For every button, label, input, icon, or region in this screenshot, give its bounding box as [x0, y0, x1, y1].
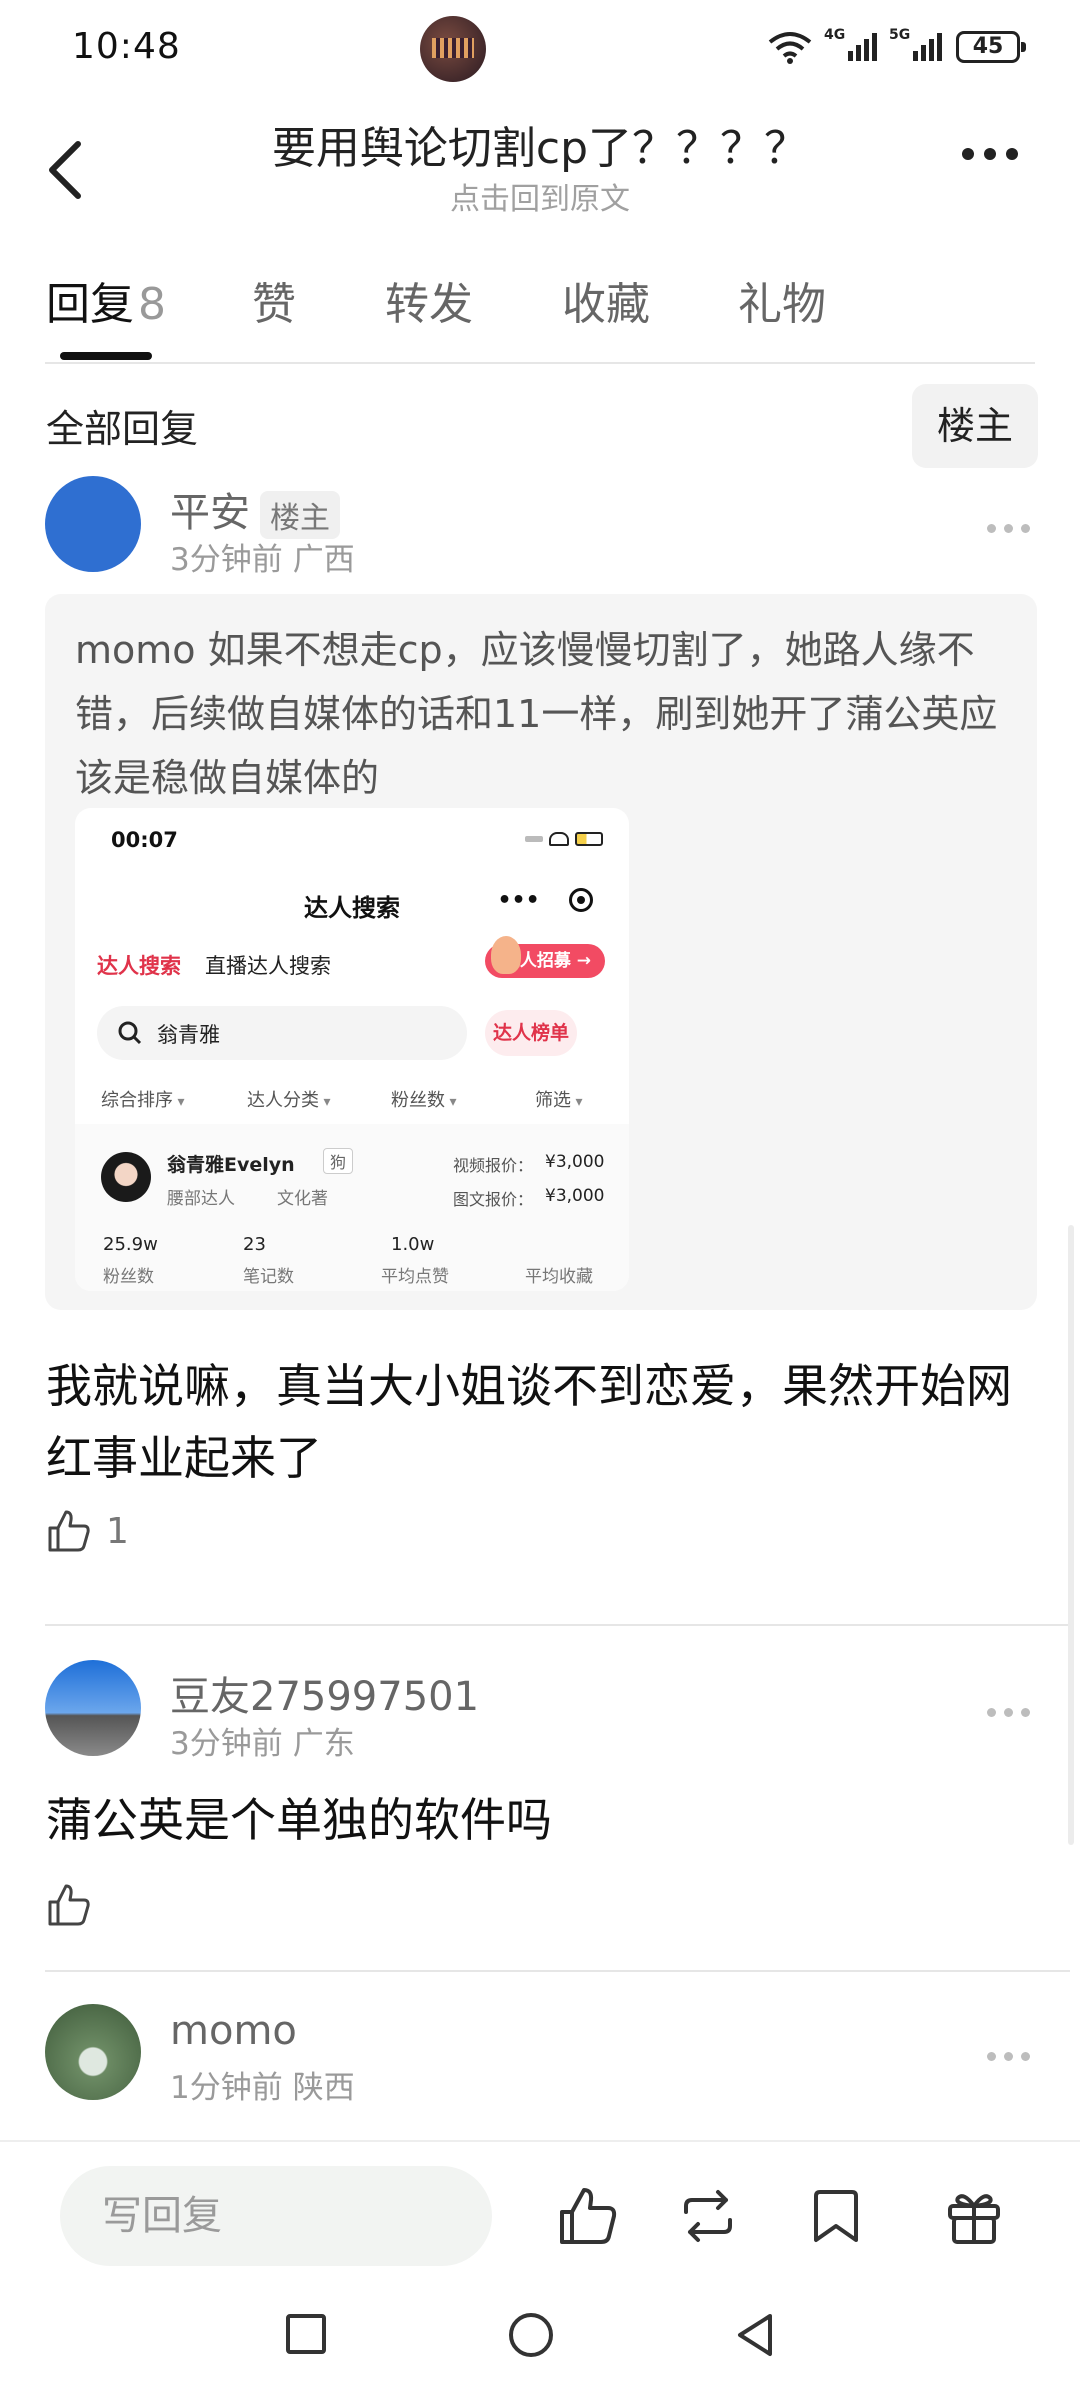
embed-stat-value: 25.9w	[103, 1234, 158, 1255]
embed-stat-value: 23	[243, 1234, 266, 1255]
embed-time: 00:07	[111, 828, 178, 852]
embed-rank-button: 达人榜单	[485, 1010, 577, 1056]
comment-item: momo 1分钟前 陕西	[0, 2004, 1080, 2140]
embed-capsule: •••	[483, 878, 607, 922]
comment-more-icon[interactable]	[987, 1708, 1030, 1717]
status-icons: 4G 5G 45	[768, 27, 1026, 64]
thumb-up-icon[interactable]	[556, 2184, 620, 2248]
back-to-original-link[interactable]: 点击回到原文	[0, 174, 1080, 218]
status-time: 10:48	[72, 26, 181, 67]
divider	[45, 1624, 1070, 1626]
active-tab-indicator	[60, 352, 152, 360]
embed-filter: 综合排序	[101, 1086, 184, 1112]
more-icon[interactable]	[962, 148, 1018, 160]
embed-result-card: 翁青雅Evelyn 狗 腰部达人 文化著 视频报价： ¥3,000 图文报价： …	[75, 1124, 629, 1291]
reply-input[interactable]: 写回复	[60, 2166, 492, 2266]
embed-tag: 狗	[323, 1148, 354, 1174]
comment-item: 平安 楼主 3分钟前 广西 momo 如果不想走cp，应该慢慢切割了，她路人缘不错，…	[0, 476, 1080, 1576]
signal-5g-icon: 5G	[889, 27, 942, 61]
tab-replies[interactable]: 回复8	[46, 268, 166, 332]
nav-back-icon[interactable]	[730, 2310, 780, 2360]
signal-4g-icon: 4G	[824, 27, 877, 61]
status-bar: 10:48 4G 5G 45	[0, 0, 1080, 100]
embed-stat-label: 平均点赞	[381, 1267, 449, 1287]
comment-text: 我就说嘛，真当大小姐谈不到恋爱，果然开始网红事业起来了	[46, 1359, 1012, 1485]
quoted-post-text: momo 如果不想走cp，应该慢慢切割了，她路人缘不错，后续做自媒体的话和11一…	[75, 628, 998, 800]
comment-author[interactable]: 豆友275997501	[170, 1664, 479, 1722]
comment-author[interactable]: 平安 楼主	[170, 480, 340, 539]
thumb-up-icon	[48, 1510, 90, 1552]
thumb-up-icon	[48, 1884, 90, 1926]
embed-status-icons	[525, 832, 603, 846]
embed-price: ¥3,000	[545, 1186, 605, 1206]
bookmark-icon[interactable]	[804, 2184, 868, 2248]
nav-square-icon[interactable]	[282, 2310, 330, 2358]
divider	[45, 1970, 1070, 1972]
embed-stat-label: 平均收藏	[525, 1267, 593, 1287]
avatar[interactable]	[45, 2004, 141, 2100]
nav-home-icon[interactable]	[506, 2310, 556, 2360]
reply-count: 8	[138, 279, 166, 330]
comment-more-icon[interactable]	[987, 524, 1030, 533]
embed-tab-active: 达人搜索	[97, 954, 181, 978]
tab-reposts[interactable]: 转发	[385, 268, 473, 332]
embed-avatar	[101, 1152, 151, 1202]
embed-price-label: 视频报价：	[453, 1156, 534, 1175]
embed-tab-other: 直播达人搜索	[205, 954, 331, 978]
op-only-filter-button[interactable]: 楼主	[912, 384, 1038, 468]
embed-sub: 文化著	[277, 1189, 328, 1209]
comment-meta: 3分钟前 广西	[170, 542, 355, 578]
embed-name: 翁青雅Evelyn	[167, 1154, 295, 1176]
comment-text: 蒲公英是个单独的软件吗	[46, 1793, 552, 1847]
embed-sub: 腰部达人	[167, 1189, 235, 1209]
like-button[interactable]: 1	[46, 1508, 129, 1554]
header: 要用舆论切割cp了？？？？ 点击回到原文	[0, 100, 1080, 230]
embed-price: ¥3,000	[545, 1152, 605, 1172]
comment-item: 豆友275997501 3分钟前 广东 蒲公英是个单独的软件吗	[0, 1660, 1080, 1960]
bottom-action-bar: 写回复	[0, 2140, 1080, 2290]
gift-icon[interactable]	[942, 2184, 1006, 2248]
section-title: 全部回复	[46, 407, 199, 451]
embed-stat-value: 1.0w	[391, 1234, 435, 1255]
scrollbar[interactable]	[1068, 1225, 1074, 1845]
tab-favorites[interactable]: 收藏	[562, 268, 650, 332]
embed-filter: 达人分类	[247, 1086, 330, 1112]
embed-price-label: 图文报价：	[453, 1190, 534, 1209]
wifi-icon	[768, 32, 812, 64]
comment-author[interactable]: momo	[170, 2008, 297, 2054]
system-navigation-bar	[0, 2290, 1080, 2400]
avatar[interactable]	[45, 1660, 141, 1756]
like-count: 1	[106, 1510, 129, 1552]
embed-recruit-button: 达人招募 →	[485, 936, 605, 978]
embed-stat-label: 粉丝数	[103, 1267, 154, 1287]
comment-meta: 1分钟前 陕西	[170, 2070, 355, 2106]
embed-stat-label: 笔记数	[243, 1267, 294, 1287]
op-badge: 楼主	[260, 491, 340, 539]
divider	[45, 362, 1035, 364]
embedded-screenshot-image[interactable]: 00:07 达人搜索 ••• 达人搜索 直播达人搜索 达人招募 → 翁青雅 达人…	[75, 808, 629, 1291]
status-notification-avatar	[420, 16, 486, 82]
quoted-post[interactable]: momo 如果不想走cp，应该慢慢切割了，她路人缘不错，后续做自媒体的话和11一…	[45, 594, 1037, 1310]
comment-more-icon[interactable]	[987, 2052, 1030, 2061]
tab-bar: 回复8 赞 转发 收藏 礼物	[0, 250, 1080, 365]
like-button[interactable]	[46, 1882, 92, 1928]
page-title: 要用舆论切割cp了？？？？	[271, 123, 809, 174]
embed-search-icon	[118, 1021, 142, 1045]
repost-icon[interactable]	[676, 2184, 740, 2248]
embed-search-box: 翁青雅	[97, 1006, 467, 1060]
comment-meta: 3分钟前 广东	[170, 1726, 355, 1762]
embed-filter: 粉丝数	[391, 1086, 456, 1112]
tab-likes[interactable]: 赞	[252, 268, 296, 332]
embed-filter: 筛选	[535, 1086, 582, 1112]
avatar[interactable]	[45, 476, 141, 572]
tab-gifts[interactable]: 礼物	[738, 268, 826, 332]
battery-icon: 45	[956, 31, 1026, 63]
